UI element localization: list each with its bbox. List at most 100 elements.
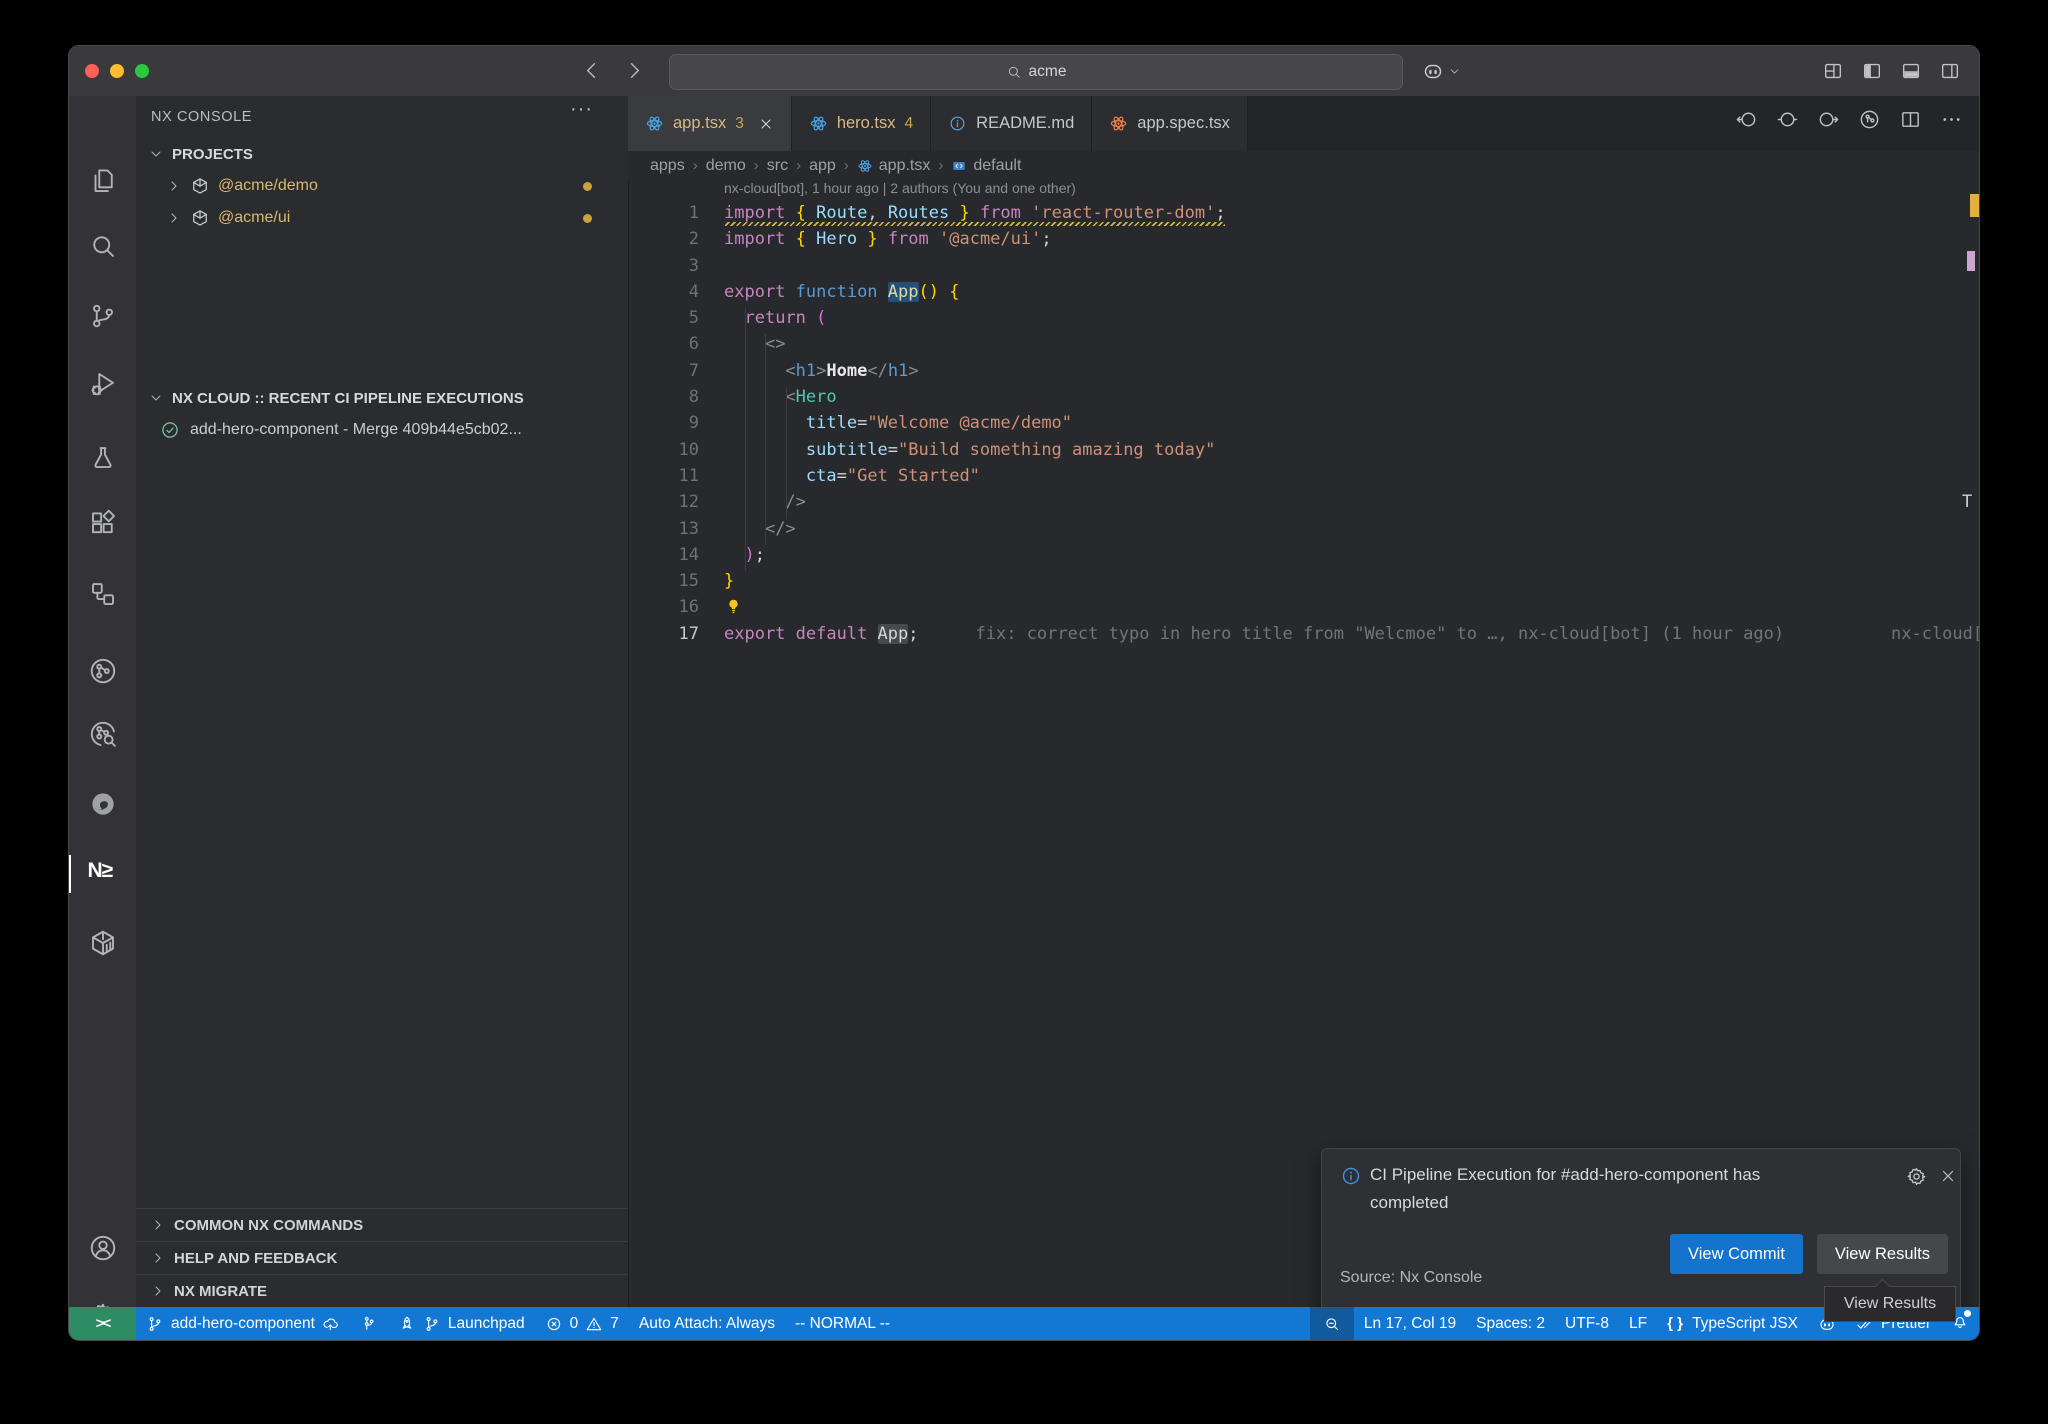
code-line-content[interactable]: import { Route, Routes } from 'react-rou… bbox=[699, 200, 1226, 226]
code-line-content[interactable]: import { Hero } from '@acme/ui'; bbox=[699, 226, 1052, 252]
activity-item-run-debug[interactable] bbox=[69, 360, 136, 408]
nav-back-icon[interactable] bbox=[581, 59, 604, 82]
code-line-content[interactable]: </> bbox=[699, 516, 796, 542]
vim-mode-status-item[interactable]: -- NORMAL -- bbox=[785, 1307, 900, 1340]
code-line-content[interactable] bbox=[699, 594, 743, 620]
lightbulb-icon[interactable] bbox=[724, 597, 743, 616]
close-icon[interactable] bbox=[1939, 1167, 1957, 1185]
code-line-content[interactable]: ); bbox=[699, 542, 765, 568]
testing-icon bbox=[88, 443, 118, 473]
indentation-status-item[interactable]: Spaces: 2 bbox=[1466, 1307, 1555, 1340]
code-line-content[interactable]: subtitle="Build something amazing today" bbox=[699, 437, 1215, 463]
section-header-common-nx-commands[interactable]: COMMON NX COMMANDS bbox=[136, 1208, 628, 1241]
breadcrumb-item-src[interactable]: src bbox=[767, 157, 788, 175]
code-line-content[interactable]: return ( bbox=[699, 305, 826, 331]
command-center-search[interactable]: acme bbox=[669, 54, 1403, 90]
line-number: 6 bbox=[628, 331, 699, 357]
breadcrumb-item-demo[interactable]: demo bbox=[706, 157, 746, 175]
activity-item-nx-graph-details[interactable] bbox=[69, 710, 136, 758]
panel-left-icon[interactable] bbox=[1861, 60, 1883, 82]
minimize-window-button[interactable] bbox=[110, 64, 124, 78]
activity-item-source-control[interactable] bbox=[69, 292, 136, 340]
layout-grid-icon[interactable] bbox=[1822, 60, 1844, 82]
code-line: 15} bbox=[628, 568, 1979, 594]
panel-bottom-icon[interactable] bbox=[1900, 60, 1922, 82]
activity-bar: N≥ bbox=[69, 96, 137, 1307]
view-results-button[interactable]: View Results bbox=[1817, 1234, 1948, 1274]
project-item[interactable]: @acme/demo bbox=[136, 170, 628, 202]
remote-indicator[interactable]: >< bbox=[69, 1307, 136, 1340]
code-line: 7 <h1>Home</h1> bbox=[628, 358, 1979, 384]
activity-item-extensions[interactable] bbox=[69, 500, 136, 548]
activity-item-search[interactable] bbox=[69, 222, 136, 270]
search-value: acme bbox=[1029, 63, 1067, 81]
problems-status-item[interactable]: 07 bbox=[535, 1307, 629, 1340]
back-circle-icon[interactable] bbox=[1735, 108, 1758, 131]
launchpad-status-item[interactable]: Launchpad bbox=[388, 1307, 535, 1340]
ellipsis-icon[interactable] bbox=[1940, 108, 1963, 131]
code-line: 5 return ( bbox=[628, 305, 1979, 331]
encoding-status-item[interactable]: UTF-8 bbox=[1555, 1307, 1619, 1340]
activity-item-account[interactable] bbox=[69, 1224, 136, 1272]
activity-item-containers[interactable] bbox=[69, 919, 136, 967]
editor-artifact-text: T bbox=[1962, 492, 1972, 512]
language-mode-status-item[interactable]: { }TypeScript JSX bbox=[1657, 1307, 1808, 1340]
split-icon[interactable] bbox=[1899, 108, 1922, 131]
code-line-content[interactable]: cta="Get Started" bbox=[699, 463, 980, 489]
tab-README-md[interactable]: README.md bbox=[931, 96, 1092, 151]
nav-forward-icon[interactable] bbox=[622, 59, 645, 82]
activity-item-testing[interactable] bbox=[69, 434, 136, 482]
tab-hero-tsx[interactable]: hero.tsx4 bbox=[792, 96, 931, 151]
line-number: 11 bbox=[628, 463, 699, 489]
activity-item-nx-console[interactable]: N≥ bbox=[69, 850, 136, 898]
code-line-content[interactable]: <> bbox=[699, 331, 785, 357]
breadcrumb-item-apps[interactable]: apps bbox=[650, 157, 685, 175]
screencast-zoom-status-item[interactable] bbox=[1310, 1307, 1354, 1340]
dot-circle-icon[interactable] bbox=[1776, 108, 1799, 131]
copilot-menu[interactable] bbox=[1421, 59, 1461, 83]
breadcrumb-item-default[interactable]: default bbox=[951, 157, 1021, 175]
section-label: COMMON NX COMMANDS bbox=[174, 1217, 363, 1234]
code-line-content[interactable]: /> bbox=[699, 489, 806, 515]
close-window-button[interactable] bbox=[85, 64, 99, 78]
more-actions-icon[interactable]: ··· bbox=[570, 98, 593, 121]
project-item[interactable]: @acme/ui bbox=[136, 202, 628, 234]
git-graph-status-item[interactable] bbox=[350, 1307, 388, 1340]
section-header-projects[interactable]: PROJECTS bbox=[136, 138, 628, 170]
tab-app-tsx[interactable]: app.tsx3 bbox=[628, 96, 792, 151]
code-line-content[interactable]: export default App;fix: correct typo in … bbox=[699, 621, 1784, 647]
eol-status-item[interactable]: LF bbox=[1619, 1307, 1657, 1340]
cursor-position-status-item[interactable]: Ln 17, Col 19 bbox=[1354, 1307, 1466, 1340]
section-header-nx-migrate[interactable]: NX MIGRATE bbox=[136, 1274, 628, 1307]
activity-item-project-structure[interactable] bbox=[69, 570, 136, 618]
section-header-nx-cloud[interactable]: NX CLOUD :: RECENT CI PIPELINE EXECUTION… bbox=[136, 382, 628, 414]
code-line-content[interactable]: } bbox=[699, 568, 734, 594]
tab-app-spec-tsx[interactable]: app.spec.tsx bbox=[1092, 96, 1248, 151]
breadcrumb: apps›demo›src›app›app.tsx›default bbox=[628, 151, 1979, 180]
view-commit-button[interactable]: View Commit bbox=[1670, 1234, 1803, 1274]
pipeline-item[interactable]: add-hero-component - Merge 409b44e5cb02.… bbox=[136, 414, 628, 446]
line-number: 5 bbox=[628, 305, 699, 331]
forward-circle-icon[interactable] bbox=[1817, 108, 1840, 131]
code-line-content[interactable]: export function App() { bbox=[699, 279, 959, 305]
panel-right-icon[interactable] bbox=[1939, 60, 1961, 82]
code-editor[interactable]: 1import { Route, Routes } from 'react-ro… bbox=[628, 200, 1979, 647]
nx-circle-icon[interactable] bbox=[1858, 108, 1881, 131]
code-line-content[interactable]: <Hero bbox=[699, 384, 837, 410]
close-icon[interactable] bbox=[758, 116, 774, 132]
breadcrumb-item-app.tsx[interactable]: app.tsx bbox=[857, 157, 931, 175]
section-header-help-and-feedback[interactable]: HELP AND FEEDBACK bbox=[136, 1241, 628, 1274]
code-line-content[interactable] bbox=[699, 253, 724, 279]
code-line-content[interactable]: <h1>Home</h1> bbox=[699, 358, 919, 384]
activity-item-nx-project-graph[interactable] bbox=[69, 647, 136, 695]
maximize-window-button[interactable] bbox=[135, 64, 149, 78]
breadcrumb-item-app[interactable]: app bbox=[809, 157, 836, 175]
activity-item-edge-browser[interactable] bbox=[69, 780, 136, 828]
auto-attach-status-item[interactable]: Auto Attach: Always bbox=[629, 1307, 785, 1340]
branch-status-item[interactable]: add-hero-component bbox=[136, 1307, 350, 1340]
gear-icon[interactable] bbox=[1906, 1166, 1927, 1187]
view-results-tooltip: View Results bbox=[1824, 1286, 1956, 1322]
activity-item-explorer[interactable] bbox=[69, 157, 136, 205]
code-line-content[interactable]: title="Welcome @acme/demo" bbox=[699, 410, 1072, 436]
line-number: 1 bbox=[628, 200, 699, 226]
